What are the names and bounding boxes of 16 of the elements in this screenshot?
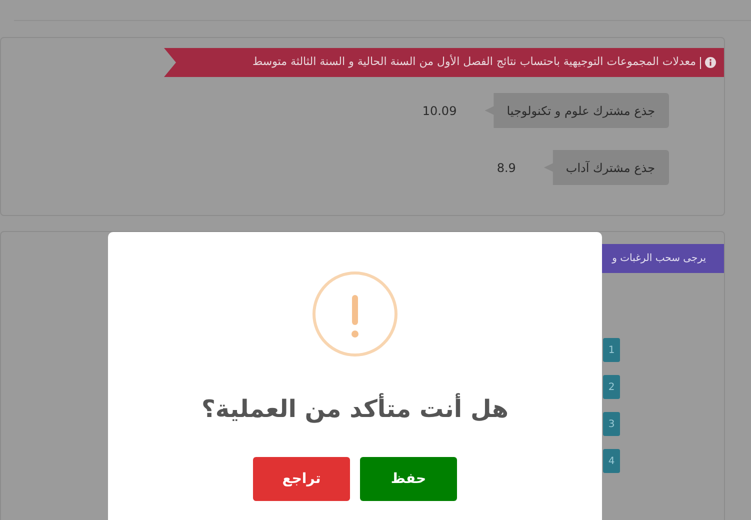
instruction-banner: يرجى سحب الرغبات و [602, 244, 724, 273]
dialog-title: هل أنت متأكد من العملية؟ [201, 392, 509, 425]
rank-badge: 2 [603, 375, 620, 399]
cancel-button[interactable]: تراجع [253, 457, 350, 501]
info-icon [705, 57, 716, 68]
warning-icon [312, 271, 398, 357]
banner-text: معدلات المجموعات التوجيهية باحتساب نتائج الفصل الأول من السنة الحالية و السنة الثالثة متوسط [252, 54, 696, 70]
rank-badge: 3 [603, 412, 620, 436]
divider-bar [700, 56, 701, 68]
rank-badge: 1 [603, 338, 620, 362]
average-value: 8.9 [496, 160, 516, 176]
rank-badge: 4 [603, 449, 620, 473]
average-value: 10.09 [422, 102, 457, 120]
group-tag: جذع مشترك آداب [544, 150, 669, 185]
group-tag: جذع مشترك علوم و تكنولوجيا [484, 93, 669, 128]
save-button[interactable]: حفظ [360, 457, 457, 501]
